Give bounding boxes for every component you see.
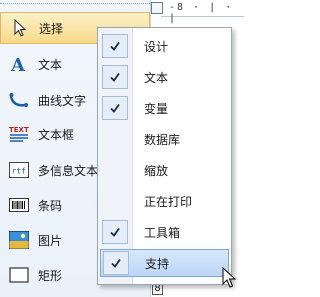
- tool-barcode-label: 条码: [38, 198, 63, 213]
- menu-item-text[interactable]: 文本: [100, 63, 229, 91]
- toolbox-grip[interactable]: [0, 0, 150, 4]
- menu-item-zoom-label: 缩放: [144, 163, 169, 178]
- menu-item-zoom[interactable]: 缩放: [100, 156, 229, 184]
- menu-item-text-label: 文本: [144, 70, 169, 85]
- ruler-origin-box[interactable]: [151, 2, 163, 14]
- checkmark-icon: [102, 65, 128, 89]
- menu-item-database-label: 数据库: [144, 132, 181, 147]
- menu-item-variables[interactable]: 变量: [100, 94, 229, 122]
- menu-item-database[interactable]: 数据库: [100, 125, 229, 153]
- tool-curved-text-label: 曲线文字: [38, 93, 87, 108]
- menu-item-printing[interactable]: 正在打印: [100, 187, 229, 215]
- svg-text:A: A: [10, 55, 26, 73]
- menu-item-variables-label: 变量: [144, 101, 169, 116]
- tool-rectangle-label: 矩形: [38, 268, 63, 283]
- menu-item-printing-label: 正在打印: [144, 194, 193, 209]
- tool-rich-text-label: 多信息文本: [38, 163, 99, 178]
- checkmark-icon: [102, 96, 128, 120]
- menu-item-toolbox[interactable]: 工具箱: [100, 218, 229, 246]
- menu-item-support-label: 支持: [145, 256, 170, 271]
- text-a-icon: A: [8, 53, 30, 75]
- tool-text-box-label: 文本框: [38, 127, 75, 142]
- barcode-icon: [8, 194, 30, 216]
- text-box-icon: TEXT: [8, 123, 30, 145]
- view-context-menu: 设计 文本 变量 数据库 缩放 正在打印 工具箱 支持: [97, 27, 232, 285]
- checkmark-icon: [102, 34, 128, 58]
- tool-picture-label: 图片: [38, 233, 63, 248]
- menu-item-support[interactable]: 支持: [100, 249, 229, 277]
- tool-select-label: 选择: [39, 21, 64, 36]
- svg-text:rtf: rtf: [12, 167, 27, 176]
- menu-item-design-label: 设计: [144, 39, 169, 54]
- menu-item-toolbox-label: 工具箱: [144, 225, 181, 240]
- mouse-pointer-icon: [222, 267, 237, 288]
- arrow-cursor-icon: [9, 17, 31, 39]
- rich-text-icon: rtf: [8, 159, 30, 181]
- svg-text:TEXT: TEXT: [9, 126, 29, 134]
- tool-text-label: 文本: [38, 57, 63, 72]
- menu-item-design[interactable]: 设计: [100, 32, 229, 60]
- ruler-scale: -8 · | · |: [169, 2, 234, 24]
- picture-icon: [8, 229, 30, 251]
- rectangle-icon: [8, 264, 30, 286]
- checkmark-icon: [103, 251, 129, 275]
- horizontal-ruler: -8 · | · |: [151, 0, 244, 24]
- checkmark-icon: [102, 220, 128, 244]
- curved-text-icon: [8, 89, 30, 111]
